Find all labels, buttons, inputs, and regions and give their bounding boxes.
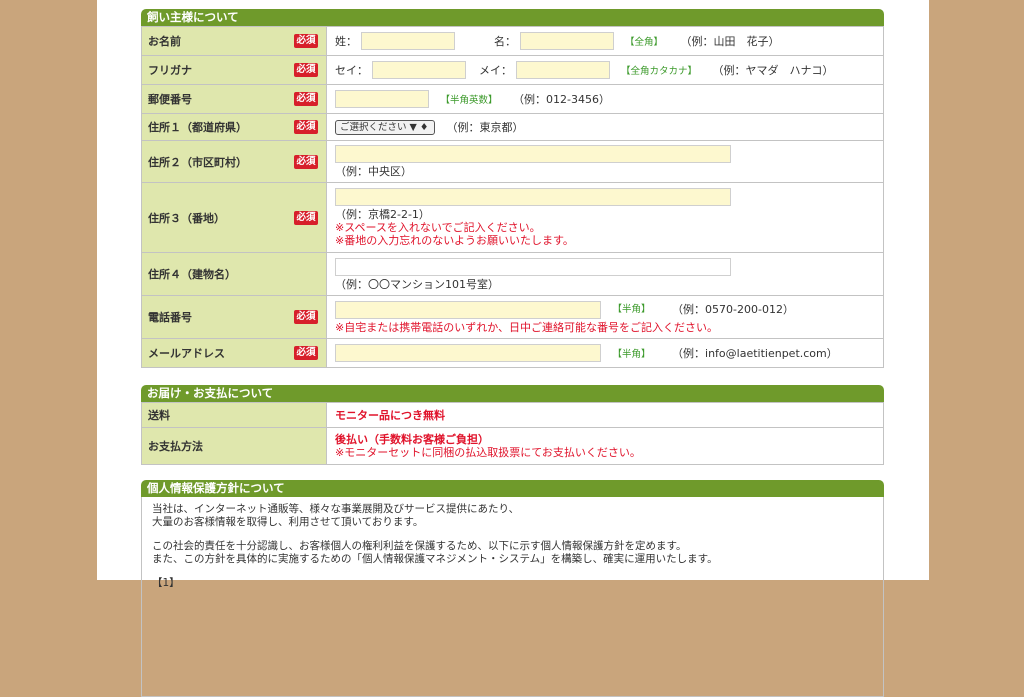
payment-label: お支払方法 [148,440,203,453]
required-badge: 必須 [294,346,318,360]
required-badge: 必須 [294,34,318,48]
first-kana-input[interactable] [515,61,610,79]
postal-example: （例：012-3456） [513,93,610,106]
prefecture-example: （例：東京都） [446,121,524,134]
section-title: お届け・お支払について [141,385,884,402]
section-title: 個人情報保護方針について [141,480,884,497]
building-label: 住所４（建物名） [148,268,236,281]
owner-info-table: お名前 必須 姓： 名： 【全角】 （例：山田 花子） フリガナ 必須 セイ： メイ… [141,26,884,368]
page-background: 飼い主様について お名前 必須 姓： 名： 【全角】 （例：山田 花子） フリガナ… [97,0,929,697]
owner-info-section: 飼い主様について お名前 必須 姓： 名： 【全角】 （例：山田 花子） フリガナ… [141,9,884,368]
required-badge: 必須 [294,63,318,77]
phone-note: ※自宅または携帯電話のいずれか、日中ご連絡可能な番号をご記入ください。 [335,320,718,334]
city-label: 住所２（市区町村） [148,155,247,169]
building-input[interactable] [335,257,731,276]
katakana-tag: 【全角カタカナ】 [621,66,698,77]
halfwidth-tag: 【半角】 [612,349,651,360]
postal-input[interactable] [335,90,429,108]
postal-label: 郵便番号 [148,93,192,106]
fullwidth-tag: 【全角】 [625,37,664,48]
first-name-prefix: 名： [494,35,516,48]
phone-row: 電話番号 必須 【半角】 （例：0570-200-012） ※自宅または携帯電話の… [141,295,884,339]
street-label: 住所３（番地） [148,211,225,225]
last-name-input[interactable] [360,32,455,50]
policy-line: この社会的責任を十分認識し、お客様個人の権利利益を保護するため、以下に示す個人情… [152,540,687,552]
phone-label: 電話番号 [148,311,192,324]
building-example: （例：〇〇マンション101号室） [335,277,499,291]
phone-example: （例：0570-200-012） [672,303,794,316]
alnum-tag: 【半角英数】 [440,95,498,106]
first-name-input[interactable] [519,32,614,50]
payment-note: ※モニターセットに同梱の払込取扱票にてお支払いください。 [335,446,641,459]
policy-line: 大量のお客様情報を取得し、利用させて頂いております。 [152,515,424,528]
privacy-section: 個人情報保護方針について 当社は、インターネット通販等、様々な事業展開及びサービ… [141,480,884,697]
name-row: お名前 必須 姓： 名： 【全角】 （例：山田 花子） [141,26,884,56]
street-note-spaces: ※スペースを入れないでご記入ください。 [335,221,541,234]
first-kana-prefix: メイ： [479,64,512,77]
street-input[interactable] [335,188,731,206]
policy-line: また、この方針を具体的に実施するための「個人情報保護マネジメント・システム」を構… [152,552,718,565]
phone-input[interactable] [335,300,601,319]
last-name-prefix: 姓： [335,35,357,48]
halfwidth-tag: 【半角】 [612,304,651,315]
shipping-value: モニター品につき無料 [335,409,445,422]
furigana-row: フリガナ 必須 セイ： メイ： 【全角カタカナ】 （例：ヤマダ ハナコ） [141,55,884,85]
furigana-label: フリガナ [148,64,192,77]
email-label: メールアドレス [148,347,225,360]
prefecture-row: 住所１（都道府県） 必須 ご選択ください ▼ ♦ （例：東京都） [141,113,884,141]
prefecture-select[interactable]: ご選択ください ▼ ♦ [335,119,435,135]
last-kana-input[interactable] [371,61,466,79]
required-badge: 必須 [294,120,318,134]
name-example: （例：山田 花子） [680,35,780,48]
policy-heading: 【1】 [152,577,180,589]
payment-row: お支払方法 後払い（手数料お客様ご負担） ※モニターセットに同梱の払込取扱票にて… [141,427,884,465]
city-input[interactable] [335,145,731,163]
payment-value: 後払い（手数料お客様ご負担） [335,433,489,446]
email-example: （例：info@laetitienpet.com） [672,347,838,360]
required-badge: 必須 [294,310,318,324]
street-note-number: ※番地の入力忘れのないようお願いいたします。 [335,234,574,247]
section-title: 飼い主様について [141,9,884,26]
delivery-section: お届け・お支払について 送料 モニター品につき無料 お支払方法 後払い（手数料お… [141,385,884,465]
shipping-label: 送料 [148,409,170,422]
last-kana-prefix: セイ： [335,64,368,77]
email-input[interactable] [335,344,601,362]
city-example: （例：中央区） [335,165,412,178]
email-row: メールアドレス 必須 【半角】 （例：info@laetitienpet.com） [141,338,884,368]
required-badge: 必須 [294,210,318,225]
furigana-example: （例：ヤマダ ハナコ） [712,64,834,77]
city-row: 住所２（市区町村） 必須 （例：中央区） [141,140,884,183]
street-row: 住所３（番地） 必須 （例：京橋2-2-1） ※スペースを入れないでご記入ください… [141,182,884,253]
shipping-row: 送料 モニター品につき無料 [141,402,884,428]
delivery-table: 送料 モニター品につき無料 お支払方法 後払い（手数料お客様ご負担） ※モニター… [141,402,884,465]
required-badge: 必須 [294,92,318,106]
building-row: 住所４（建物名） （例：〇〇マンション101号室） [141,252,884,296]
street-example: （例：京橋2-2-1） [335,208,430,221]
prefecture-label: 住所１（都道府県） [148,121,247,134]
policy-line: 当社は、インターネット通販等、様々な事業展開及びサービス提供にあたり、 [152,503,520,515]
postal-row: 郵便番号 必須 【半角英数】 （例：012-3456） [141,84,884,114]
name-label: お名前 [148,35,181,48]
privacy-policy-text[interactable]: 当社は、インターネット通販等、様々な事業展開及びサービス提供にあたり、 大量のお… [141,497,884,697]
required-badge: 必須 [294,154,318,169]
